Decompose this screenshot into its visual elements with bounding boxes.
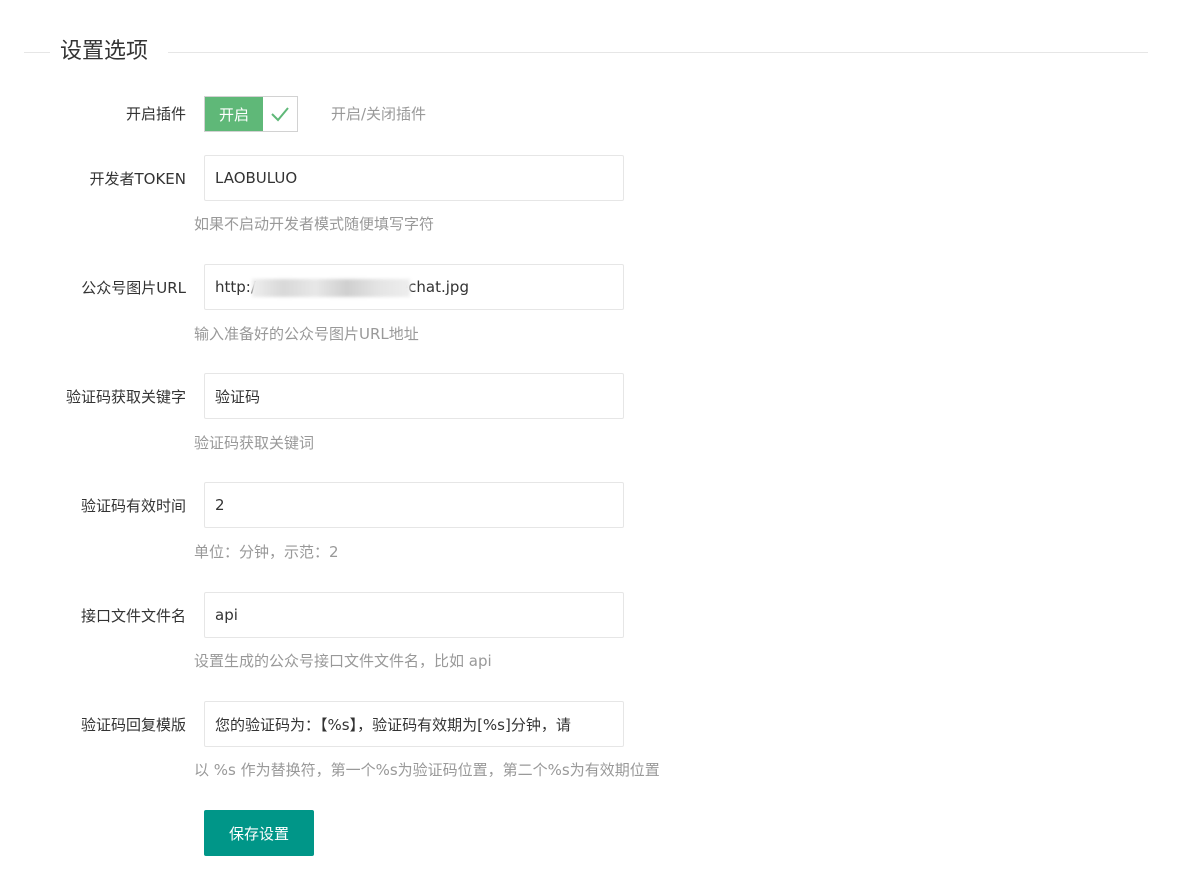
expire-input[interactable]	[204, 482, 624, 528]
keyword-input[interactable]	[204, 373, 624, 419]
keyword-label: 验证码获取关键字	[65, 388, 186, 406]
api-file-label: 接口文件文件名	[80, 607, 186, 625]
redacted-url-blur	[252, 279, 410, 297]
switch-on-text: 开启	[205, 97, 263, 131]
section-title: 设置选项	[60, 39, 149, 64]
keyword-hint: 验证码获取关键词	[194, 434, 315, 452]
token-input[interactable]	[204, 155, 624, 201]
plugin-switch-label: 开启插件	[125, 105, 186, 123]
legend-divider-left	[24, 52, 50, 53]
expire-hint: 单位：分钟，示范：2	[194, 543, 339, 561]
plugin-switch-hint: 开启/关闭插件	[331, 105, 427, 123]
check-icon	[263, 97, 297, 131]
token-label: 开发者TOKEN	[89, 170, 186, 188]
settings-fieldset-legend: 设置选项	[24, 28, 1148, 76]
plugin-toggle-switch[interactable]: 开启	[204, 96, 298, 132]
reply-template-label: 验证码回复模版	[80, 716, 186, 734]
reply-template-input[interactable]	[204, 701, 624, 747]
token-hint: 如果不启动开发者模式随便填写字符	[194, 215, 435, 233]
api-file-hint: 设置生成的公众号接口文件文件名，比如 api	[194, 652, 492, 670]
image-url-hint: 输入准备好的公众号图片URL地址	[194, 325, 419, 343]
save-settings-button[interactable]: 保存设置	[204, 810, 314, 856]
reply-template-hint: 以 %s 作为替换符，第一个%s为验证码位置，第二个%s为有效期位置	[194, 761, 660, 779]
expire-label: 验证码有效时间	[80, 497, 186, 515]
api-file-input[interactable]	[204, 592, 624, 638]
image-url-label: 公众号图片URL	[81, 279, 186, 297]
legend-divider-right	[168, 52, 1148, 53]
